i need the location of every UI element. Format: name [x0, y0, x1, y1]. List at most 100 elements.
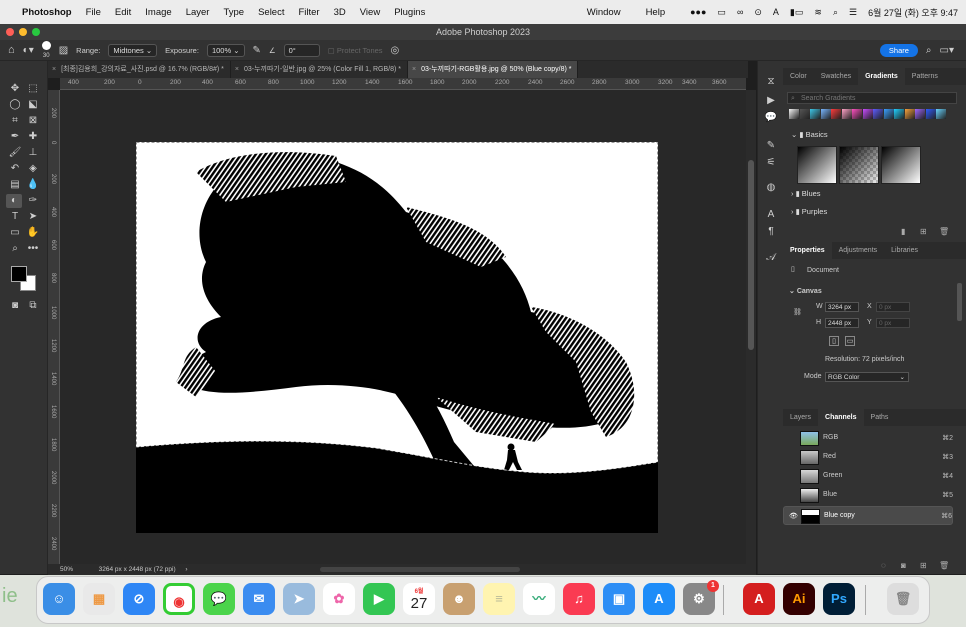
recent-gradient-swatch[interactable] — [831, 109, 841, 119]
tab-color[interactable]: Color — [783, 68, 814, 85]
load-channel-selection-icon[interactable]: ◌ — [881, 561, 886, 570]
frame-tool-icon[interactable]: ⊠ — [26, 114, 40, 128]
menu-select[interactable]: Select — [258, 7, 284, 18]
new-channel-icon[interactable]: ⊞ — [920, 561, 927, 570]
freeform-icon[interactable]: 〰 — [523, 583, 555, 615]
messages-icon[interactable]: 💬 — [203, 583, 235, 615]
recent-gradient-swatch[interactable] — [915, 109, 925, 119]
blur-tool-icon[interactable]: 💧 — [26, 178, 40, 192]
gradient-preset-black-white[interactable] — [881, 146, 921, 184]
photoshop-icon[interactable]: Ps — [823, 583, 855, 615]
recent-gradient-swatch[interactable] — [925, 109, 936, 119]
zoom-level[interactable]: 50% — [60, 566, 73, 573]
menu-edit[interactable]: Edit — [115, 7, 131, 18]
tab-swatches[interactable]: Swatches — [814, 68, 858, 85]
tab-libraries[interactable]: Libraries — [884, 242, 925, 259]
menubar-clock[interactable]: 6월 27일 (화) 오후 9:47 — [868, 6, 958, 19]
gradients-search-input[interactable]: ⌕ Search Gradients — [787, 92, 957, 104]
photos-icon[interactable]: ✿ — [323, 583, 355, 615]
paragraph-panel-icon[interactable]: ¶ — [764, 225, 778, 239]
hand-tool-icon[interactable]: ✋ — [26, 226, 40, 240]
menu-file[interactable]: File — [86, 7, 101, 18]
landscape-orientation-icon[interactable]: ▭ — [845, 336, 855, 346]
document-size[interactable]: 3264 px x 2448 px (72 ppi) — [99, 566, 176, 573]
character-panel-icon[interactable]: A — [764, 208, 778, 222]
menu-window[interactable]: Window — [587, 7, 621, 18]
artboard-tool-icon[interactable]: ⬚ — [26, 82, 40, 96]
wifi-icon[interactable]: ≋ — [814, 7, 822, 18]
width-input[interactable]: 3264 px — [825, 302, 859, 312]
recent-gradient-swatch[interactable] — [799, 109, 810, 119]
recent-gradient-swatch[interactable] — [852, 109, 862, 119]
share-button[interactable]: Share — [879, 43, 918, 57]
3d-panel-icon[interactable]: ◍ — [764, 181, 778, 195]
move-tool-icon[interactable]: ✥ — [8, 82, 22, 96]
menu-filter[interactable]: Filter — [298, 7, 319, 18]
type-tool-icon[interactable]: T — [8, 210, 22, 224]
x-input[interactable]: 0 px — [876, 302, 910, 312]
more-tools-icon[interactable]: ••• — [26, 242, 40, 256]
menu-view[interactable]: View — [360, 7, 380, 18]
screen-icon[interactable]: ▭ — [717, 7, 726, 18]
calendar-icon[interactable]: 6월 27 — [403, 583, 435, 615]
path-select-tool-icon[interactable]: ➤ — [26, 210, 40, 224]
canvas-horizontal-scrollbar[interactable] — [320, 567, 520, 572]
minimize-window-icon[interactable] — [19, 28, 27, 36]
recent-gradient-swatch[interactable] — [820, 109, 831, 119]
menu-app-name[interactable]: Photoshop — [22, 7, 72, 18]
tab-document-1[interactable]: × [최종]김용희_강의자료_사진.psd @ 16.7% (RGB/8#) * — [48, 61, 231, 78]
tab-properties[interactable]: Properties — [783, 242, 832, 259]
screen-mode-icon[interactable]: ⧉ — [26, 299, 40, 313]
spotlight-icon[interactable]: ⌕ — [833, 7, 838, 18]
gradient-tool-icon[interactable]: ▤ — [8, 178, 22, 192]
canvas-area[interactable] — [60, 90, 746, 564]
tab-gradients[interactable]: Gradients — [858, 68, 905, 85]
recent-gradient-swatch[interactable] — [810, 109, 820, 119]
actions-panel-icon[interactable]: ▶ — [764, 94, 778, 108]
notes-icon[interactable]: ≡ — [483, 583, 515, 615]
chrome-icon[interactable]: ◉ — [163, 583, 195, 615]
close-window-icon[interactable] — [6, 28, 14, 36]
system-settings-icon[interactable]: ⚙ 1 — [683, 580, 719, 615]
y-input[interactable]: 0 px — [876, 318, 910, 328]
new-group-icon[interactable]: ▮ — [901, 227, 905, 236]
tab-adjustments[interactable]: Adjustments — [832, 242, 885, 259]
height-input[interactable]: 2448 px — [825, 318, 859, 328]
mode-select[interactable]: RGB Color ⌄ — [825, 372, 909, 382]
contacts-icon[interactable]: ☻ — [443, 583, 475, 615]
menu-image[interactable]: Image — [145, 7, 171, 18]
channel-row-red[interactable]: Red ⌘3 — [783, 448, 953, 467]
tab-document-3[interactable]: × 03-누끼따기-RGB활용.jpg @ 50% (Blue copy/8) * — [407, 61, 579, 78]
menu-3d[interactable]: 3D — [334, 7, 346, 18]
gradient-folder-blues[interactable]: › ▮ Blues — [791, 189, 821, 198]
home-icon[interactable]: ⌂ — [8, 44, 15, 56]
gradient-folder-purples[interactable]: › ▮ Purples — [791, 207, 827, 216]
visibility-eye-icon[interactable]: 👁 — [789, 512, 798, 520]
tab-patterns[interactable]: Patterns — [905, 68, 945, 85]
pressure-icon[interactable]: ◎ — [391, 45, 400, 56]
channel-row-blue-copy[interactable]: 👁 Blue copy ⌘6 — [783, 506, 953, 525]
document-image[interactable] — [136, 142, 658, 533]
keynote-icon[interactable]: ▣ — [603, 583, 635, 615]
protect-tones-checkbox[interactable]: ▢ Protect Tones — [328, 46, 383, 55]
brush-preset-picker[interactable]: 30 — [41, 40, 51, 60]
dodge-tool-icon[interactable]: ◐ — [6, 194, 22, 208]
tab-document-2[interactable]: × 03-누끼따기-일반.jpg @ 25% (Color Fill 1, RGB… — [231, 61, 408, 78]
music-icon[interactable]: ♫ — [563, 583, 595, 615]
recent-gradient-swatch[interactable] — [862, 109, 873, 119]
brush-settings-panel-icon[interactable]: ✎ — [764, 139, 778, 153]
delete-channel-icon[interactable]: 🗑 — [939, 561, 949, 570]
menu-plugins[interactable]: Plugins — [394, 7, 425, 18]
canvas-section-header[interactable]: ⌄ Canvas — [789, 287, 822, 295]
recent-gradient-swatch[interactable] — [873, 109, 883, 119]
tab-paths[interactable]: Paths — [864, 409, 896, 426]
finder-icon[interactable]: ☺ — [43, 583, 75, 615]
app-store-icon[interactable]: A — [643, 583, 675, 615]
play-icon[interactable]: ⊙ — [754, 7, 762, 18]
trash-icon[interactable]: 🗑 — [887, 583, 919, 615]
recent-gradient-swatch[interactable] — [841, 109, 852, 119]
tab-layers[interactable]: Layers — [783, 409, 818, 426]
lasso-tool-icon[interactable]: ◯ — [8, 98, 22, 112]
tool-preset-icon[interactable]: ◐▾ — [23, 45, 34, 56]
trash-icon[interactable]: 🗑 — [939, 227, 949, 236]
